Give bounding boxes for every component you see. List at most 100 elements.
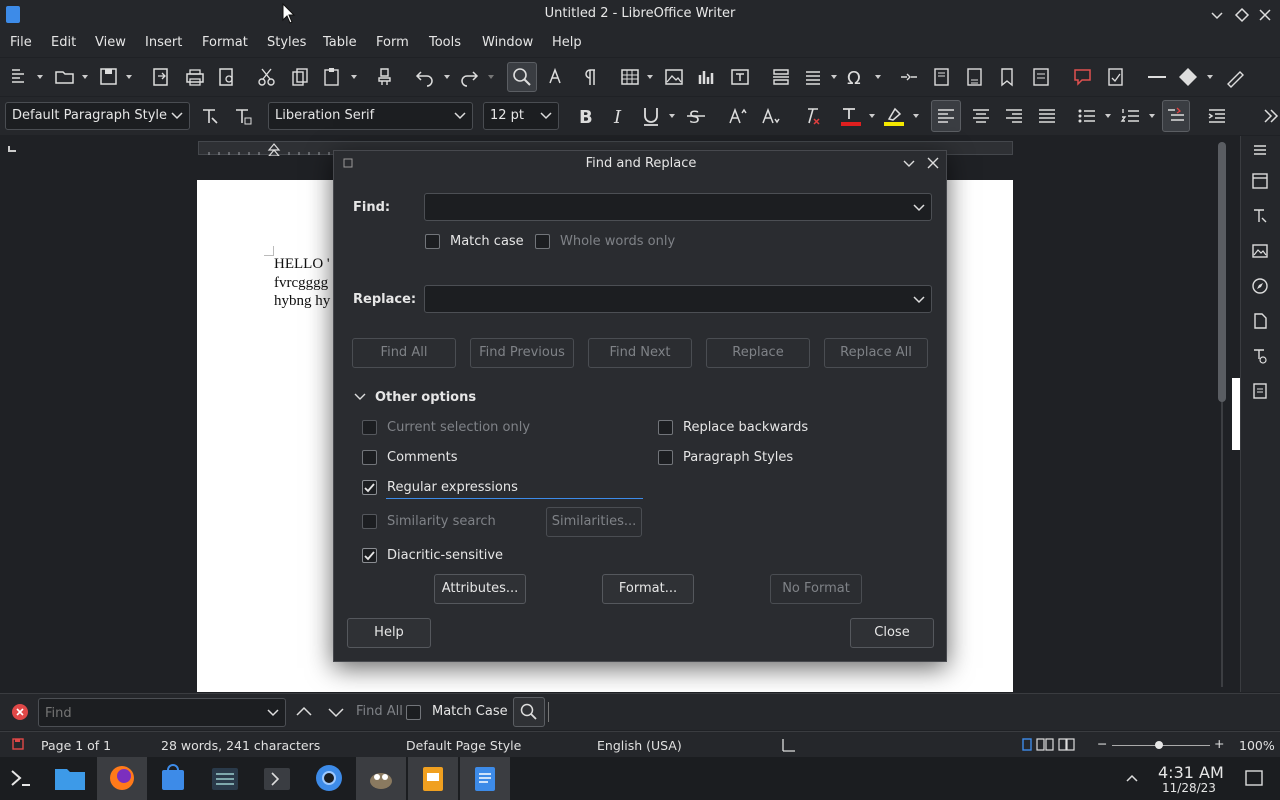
chevron-down-icon[interactable] [36, 73, 44, 81]
clear-formatting-icon[interactable] [801, 105, 823, 127]
menu-file[interactable]: File [10, 35, 32, 50]
chevron-down-icon[interactable] [912, 112, 920, 120]
italic-icon[interactable]: I [608, 105, 630, 127]
endnote-icon[interactable] [964, 66, 986, 88]
whole-words-checkbox[interactable] [535, 234, 550, 249]
highlight-color-icon[interactable] [883, 105, 905, 127]
zoom-slider-thumb[interactable] [1155, 741, 1163, 749]
replace-combo[interactable] [424, 285, 932, 313]
libreoffice-writer-icon[interactable] [460, 757, 510, 800]
new-style-icon[interactable] [232, 105, 254, 127]
match-case-checkbox[interactable] [425, 234, 440, 249]
chevron-down-icon[interactable] [350, 73, 358, 81]
system-settings-icon[interactable] [200, 757, 250, 800]
current-selection-label[interactable]: Current selection only [387, 420, 530, 435]
chromium-icon[interactable] [304, 757, 354, 800]
menu-view[interactable]: View [95, 35, 126, 50]
document-line-1[interactable]: HELLO ' [274, 256, 330, 273]
minimize-button[interactable] [1208, 6, 1226, 24]
similarities-button[interactable]: Similarities... [546, 507, 642, 537]
increase-indent-icon[interactable] [1206, 105, 1228, 127]
findbar-search-combo[interactable] [38, 698, 286, 727]
clock-time[interactable]: 4:31 AM [1158, 763, 1224, 782]
menu-help[interactable]: Help [552, 35, 582, 50]
copy-icon[interactable] [289, 66, 311, 88]
draw-functions-icon[interactable] [1224, 66, 1246, 88]
bookmark-icon[interactable] [997, 66, 1019, 88]
diacritic-sensitive-label[interactable]: Diacritic-sensitive [387, 548, 503, 563]
clone-formatting-icon[interactable] [374, 66, 396, 88]
paragraph-style-combo[interactable]: Default Paragraph Style [5, 102, 190, 130]
document-modified-icon[interactable] [12, 738, 24, 750]
other-options-expander[interactable]: Other options [375, 390, 476, 405]
paragraph-styles-checkbox[interactable] [658, 450, 673, 465]
cross-reference-icon[interactable] [1031, 66, 1053, 88]
paragraph-styles-label[interactable]: Paragraph Styles [683, 450, 793, 465]
gimp-icon[interactable] [356, 757, 406, 800]
font-size-combo[interactable]: 12 pt [483, 102, 559, 130]
page-icon[interactable] [1251, 312, 1269, 330]
chevron-down-icon[interactable] [125, 73, 133, 81]
regular-expressions-checkbox[interactable] [362, 480, 377, 495]
font-color-icon[interactable] [840, 105, 862, 127]
chevron-down-icon[interactable] [868, 112, 876, 120]
multi-page-view-icon[interactable] [1036, 738, 1054, 752]
word-count[interactable]: 28 words, 241 characters [161, 738, 320, 753]
regular-expressions-label[interactable]: Regular expressions [387, 480, 518, 495]
track-changes-icon[interactable] [1105, 66, 1127, 88]
close-button[interactable]: Close [850, 618, 934, 648]
chevron-down-icon[interactable] [913, 295, 925, 305]
insert-image-icon[interactable] [663, 66, 685, 88]
findbar-find-all-button[interactable]: Find All [356, 704, 403, 719]
paste-icon[interactable] [321, 66, 343, 88]
document-line-3[interactable]: hybng hy [274, 293, 330, 310]
document-line-2[interactable]: fvrcgggg [274, 275, 328, 292]
zoom-out-button[interactable]: − [1097, 736, 1107, 751]
redo-icon[interactable] [458, 66, 480, 88]
single-page-view-icon[interactable] [1021, 738, 1033, 752]
replace-backwards-label[interactable]: Replace backwards [683, 420, 808, 435]
similarity-search-label[interactable]: Similarity search [387, 514, 496, 529]
find-next-button[interactable]: Find Next [588, 338, 692, 368]
align-center-icon[interactable] [970, 105, 992, 127]
menu-edit[interactable]: Edit [51, 35, 76, 50]
libreoffice-impress-icon[interactable] [408, 757, 458, 800]
bold-icon[interactable]: B [575, 105, 597, 127]
formatting-marks-icon[interactable] [580, 66, 602, 88]
current-selection-checkbox[interactable] [362, 420, 377, 435]
comments-label[interactable]: Comments [387, 450, 457, 465]
find-replace-dialog-button[interactable] [513, 697, 545, 727]
firefox-icon[interactable] [97, 757, 147, 800]
chevron-down-icon[interactable] [830, 73, 838, 81]
shrink-font-icon[interactable] [760, 105, 782, 127]
more-options-icon[interactable] [1261, 105, 1280, 127]
close-find-bar-icon[interactable] [12, 704, 28, 720]
format-button[interactable]: Format... [602, 574, 694, 604]
navigator-icon[interactable] [1251, 277, 1269, 295]
find-replace-toggle[interactable] [507, 62, 537, 92]
sidebar-collapse-handle[interactable] [1232, 378, 1240, 450]
special-character-icon[interactable]: Ω [845, 66, 867, 88]
diacritic-sensitive-checkbox[interactable] [362, 548, 377, 563]
chevron-down-icon[interactable] [454, 111, 466, 121]
insert-chart-icon[interactable] [696, 66, 718, 88]
whole-words-label[interactable]: Whole words only [560, 234, 675, 249]
ruler-tab-icon[interactable] [8, 146, 16, 152]
menu-form[interactable]: Form [376, 35, 409, 50]
grow-font-icon[interactable] [727, 105, 749, 127]
book-view-icon[interactable] [1058, 738, 1076, 752]
find-combo[interactable] [424, 193, 932, 221]
page-style[interactable]: Default Page Style [406, 738, 521, 753]
findbar-match-case-label[interactable]: Match Case [432, 704, 508, 719]
font-name-combo[interactable]: Liberation Serif [268, 102, 473, 130]
match-case-label[interactable]: Match case [450, 234, 524, 249]
styles-icon[interactable] [1251, 207, 1269, 225]
undo-icon[interactable] [414, 66, 436, 88]
chevron-down-icon[interactable] [487, 73, 495, 81]
comments-checkbox[interactable] [362, 450, 377, 465]
print-preview-icon[interactable] [216, 66, 238, 88]
terminal-icon[interactable] [252, 757, 302, 800]
file-manager-icon[interactable] [45, 757, 95, 800]
dialog-minimize-button[interactable] [901, 155, 917, 171]
zoom-in-button[interactable]: + [1214, 736, 1224, 751]
